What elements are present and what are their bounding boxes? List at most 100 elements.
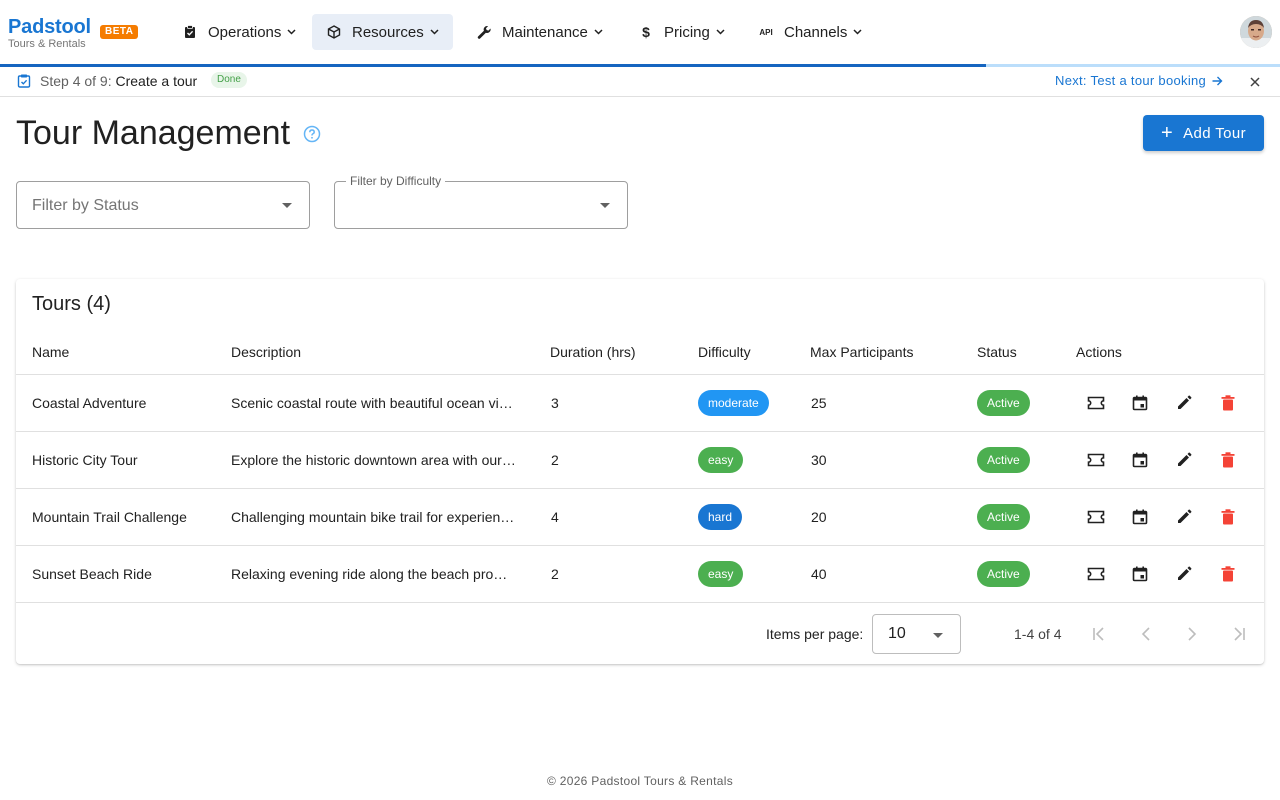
nav-channels-label: Channels: [784, 23, 848, 41]
table-row: Mountain Trail Challenge Challenging moun…: [16, 489, 1264, 546]
delete-icon[interactable]: [1218, 393, 1238, 413]
cube-icon: [324, 25, 344, 39]
items-per-page-value: 10: [888, 625, 906, 642]
column-header-description[interactable]: Description: [231, 344, 301, 360]
chevron-down-icon: [430, 27, 439, 38]
arrow-right-icon: [1212, 76, 1223, 85]
calendar-icon[interactable]: [1130, 507, 1150, 527]
edit-icon[interactable]: [1174, 564, 1194, 584]
column-header-actions: Actions: [1076, 344, 1122, 360]
nav-resources[interactable]: Resources: [312, 14, 453, 50]
table-row: Coastal Adventure Scenic coastal route wi…: [16, 375, 1264, 432]
difficulty-badge: hard: [698, 504, 743, 530]
nav-operations[interactable]: Operations: [168, 14, 308, 50]
tour-name: Historic City Tour: [32, 452, 138, 468]
first-page-icon[interactable]: [1090, 622, 1110, 646]
dropdown-arrow-icon: [933, 633, 943, 638]
avatar[interactable]: [1240, 16, 1272, 48]
dollar-icon: $: [642, 24, 650, 40]
last-page-icon[interactable]: [1228, 622, 1248, 646]
tour-description: Relaxing evening ride along the beach pr…: [231, 566, 517, 582]
column-header-difficulty[interactable]: Difficulty: [698, 344, 751, 360]
footer-copyright: © 2026 Padstool Tours & Rentals: [546, 774, 734, 788]
difficulty-badge: moderate: [698, 390, 769, 416]
tour-description: Scenic coastal route with beautiful ocea…: [231, 395, 517, 411]
difficulty-badge: easy: [698, 561, 744, 587]
column-header-status[interactable]: Status: [977, 344, 1017, 360]
dropdown-arrow-icon: [282, 203, 292, 208]
nav-maintenance-label: Maintenance: [502, 23, 588, 41]
clipboard-icon: [180, 25, 200, 39]
onboarding-step-bar: Step 4 of 9: Create a tour Done Next: Te…: [0, 67, 1280, 97]
close-icon[interactable]: [1250, 71, 1260, 92]
status-badge: Active: [977, 561, 1030, 587]
edit-icon[interactable]: [1174, 507, 1194, 527]
ticket-icon[interactable]: [1086, 450, 1106, 470]
status-filter-select[interactable]: Filter by Status: [16, 181, 310, 229]
status-badge: Active: [977, 390, 1030, 416]
tours-table-card: Tours (4) Name Description Duration (hrs…: [16, 279, 1264, 664]
add-tour-button[interactable]: + Add Tour: [1143, 115, 1264, 151]
tour-name: Mountain Trail Challenge: [32, 509, 187, 525]
nav-resources-label: Resources: [352, 23, 424, 41]
api-icon: API: [759, 27, 773, 37]
ticket-icon[interactable]: [1086, 507, 1106, 527]
step-description: Step 4 of 9: Create a tour: [40, 73, 197, 89]
status-badge: Active: [977, 504, 1030, 530]
tour-duration: 2: [551, 452, 559, 468]
help-icon[interactable]: [303, 125, 321, 143]
column-header-duration[interactable]: Duration (hrs): [550, 344, 636, 360]
table-row: Historic City Tour Explore the historic d…: [16, 432, 1264, 489]
calendar-icon[interactable]: [1130, 450, 1150, 470]
page-title: Tour Management: [16, 114, 291, 152]
table-row: Sunset Beach Ride Relaxing evening ride a…: [16, 546, 1264, 603]
column-header-name[interactable]: Name: [32, 344, 69, 360]
edit-icon[interactable]: [1174, 450, 1194, 470]
column-header-max-participants[interactable]: Max Participants: [810, 344, 913, 360]
pagination-range: 1-4 of 4: [1014, 626, 1062, 642]
step-status-badge: Done: [211, 72, 247, 88]
status-badge: Active: [977, 447, 1030, 473]
delete-icon[interactable]: [1218, 564, 1238, 584]
items-per-page-select[interactable]: 10: [872, 614, 961, 654]
tour-description: Challenging mountain bike trail for expe…: [231, 509, 517, 525]
chevron-down-icon: [853, 27, 862, 38]
edit-icon[interactable]: [1174, 393, 1194, 413]
tour-max-participants: 30: [811, 452, 827, 468]
brand-name: Padstool: [8, 16, 91, 38]
ticket-icon[interactable]: [1086, 564, 1106, 584]
tour-duration: 2: [551, 566, 559, 582]
step-name: Create a tour: [115, 73, 198, 89]
brand-subtitle: Tours & Rentals: [8, 38, 86, 50]
calendar-icon[interactable]: [1130, 564, 1150, 584]
chevron-down-icon: [594, 27, 603, 38]
chevron-down-icon: [716, 27, 725, 38]
tour-max-participants: 25: [811, 395, 827, 411]
table-header: Name Description Duration (hrs) Difficul…: [16, 331, 1264, 375]
next-step-link[interactable]: Next: Test a tour booking: [1055, 73, 1223, 88]
nav-pricing[interactable]: $ Pricing: [624, 14, 737, 50]
tour-max-participants: 40: [811, 566, 827, 582]
tour-duration: 3: [551, 395, 559, 411]
tour-duration: 4: [551, 509, 559, 525]
top-navigation: Padstool Tours & Rentals BETA Operations…: [0, 0, 1280, 64]
tour-name: Sunset Beach Ride: [32, 566, 152, 582]
tour-description: Explore the historic downtown area with …: [231, 452, 517, 468]
previous-page-icon[interactable]: [1136, 622, 1156, 646]
calendar-icon[interactable]: [1130, 393, 1150, 413]
tours-table-title: Tours (4): [32, 293, 111, 315]
ticket-icon[interactable]: [1086, 393, 1106, 413]
delete-icon[interactable]: [1218, 450, 1238, 470]
nav-maintenance[interactable]: Maintenance: [462, 14, 615, 50]
difficulty-badge: easy: [698, 447, 744, 473]
brand-logo[interactable]: Padstool Tours & Rentals: [8, 16, 91, 50]
nav-channels[interactable]: API Channels: [744, 14, 874, 50]
difficulty-filter-select[interactable]: Filter by Difficulty: [334, 174, 628, 229]
delete-icon[interactable]: [1218, 507, 1238, 527]
next-page-icon[interactable]: [1182, 622, 1202, 646]
step-prefix: Step 4 of 9:: [40, 73, 112, 89]
add-tour-label: Add Tour: [1183, 124, 1247, 142]
tour-name: Coastal Adventure: [32, 395, 147, 411]
difficulty-filter-label: Filter by Difficulty: [346, 174, 446, 188]
status-filter-placeholder: Filter by Status: [32, 197, 139, 214]
